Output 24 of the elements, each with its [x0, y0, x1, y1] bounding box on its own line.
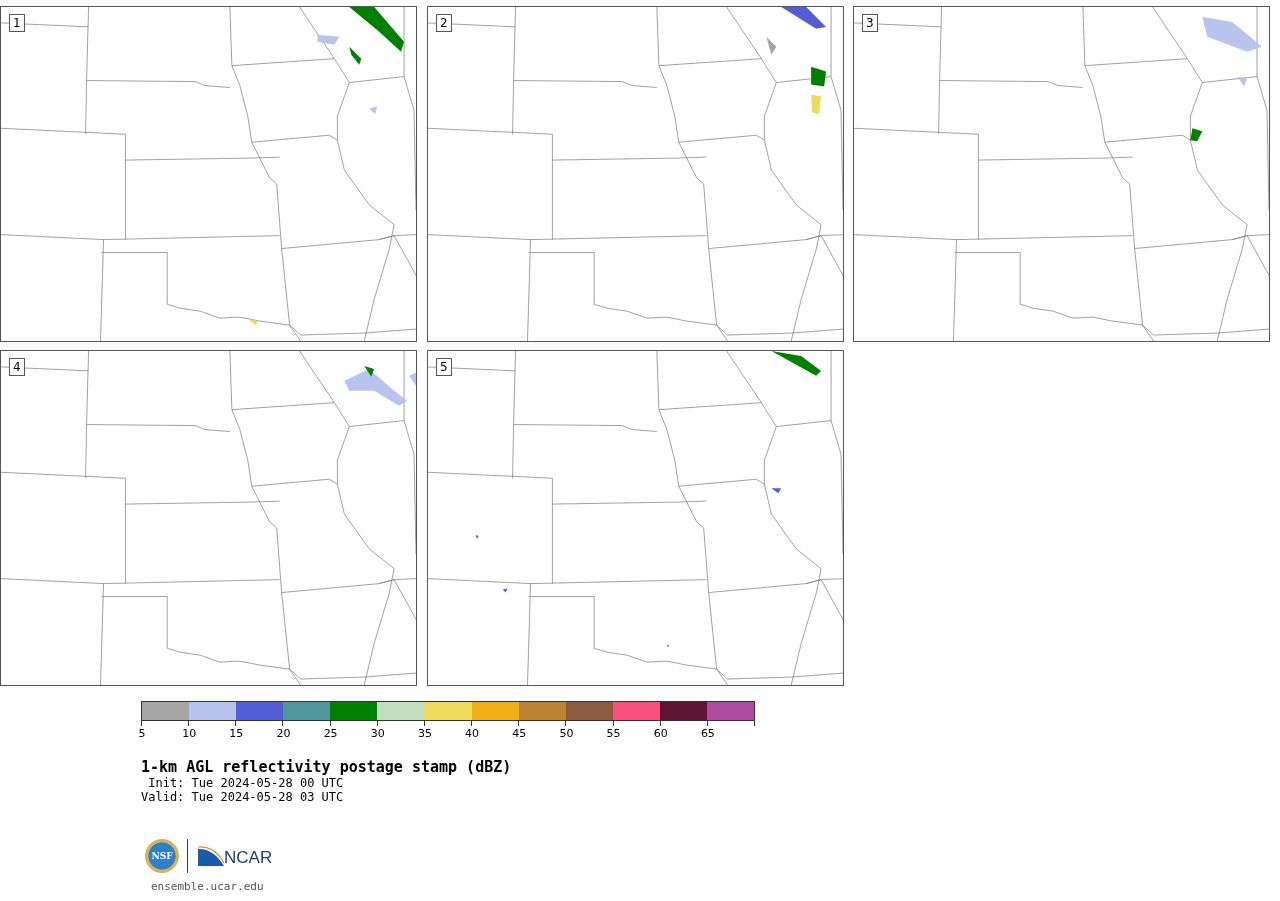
tick-label: 35 — [417, 727, 432, 740]
ncar-logo: NCAR — [198, 846, 273, 866]
panel-number: 2 — [436, 14, 452, 32]
tick-label: 65 — [700, 727, 715, 740]
tick-label: 45 — [512, 727, 527, 740]
tick-label: 20 — [276, 727, 291, 740]
tick-label: 15 — [229, 727, 244, 740]
tick-label: 5 — [138, 727, 146, 740]
panel-number: 5 — [436, 358, 452, 376]
tick-label: 50 — [559, 727, 574, 740]
tick-label: 55 — [606, 727, 621, 740]
tick-label: 25 — [323, 727, 338, 740]
valid-time: Valid: Tue 2024-05-28 03 UTC — [141, 790, 345, 804]
tick-label: 40 — [465, 727, 480, 740]
panel-number: 4 — [9, 358, 25, 376]
chart-title: 1-km AGL reflectivity postage stamp (dBZ) — [141, 759, 513, 776]
panel-number: 3 — [862, 14, 878, 32]
tick-label: 30 — [370, 727, 385, 740]
nsf-logo: NSF — [145, 839, 179, 873]
tick-label: 60 — [653, 727, 668, 740]
tick-label: 10 — [182, 727, 197, 740]
init-time: Init: Tue 2024-05-28 00 UTC — [147, 776, 345, 790]
website-url: ensemble.ucar.edu — [151, 880, 265, 893]
panel-number: 1 — [9, 14, 25, 32]
